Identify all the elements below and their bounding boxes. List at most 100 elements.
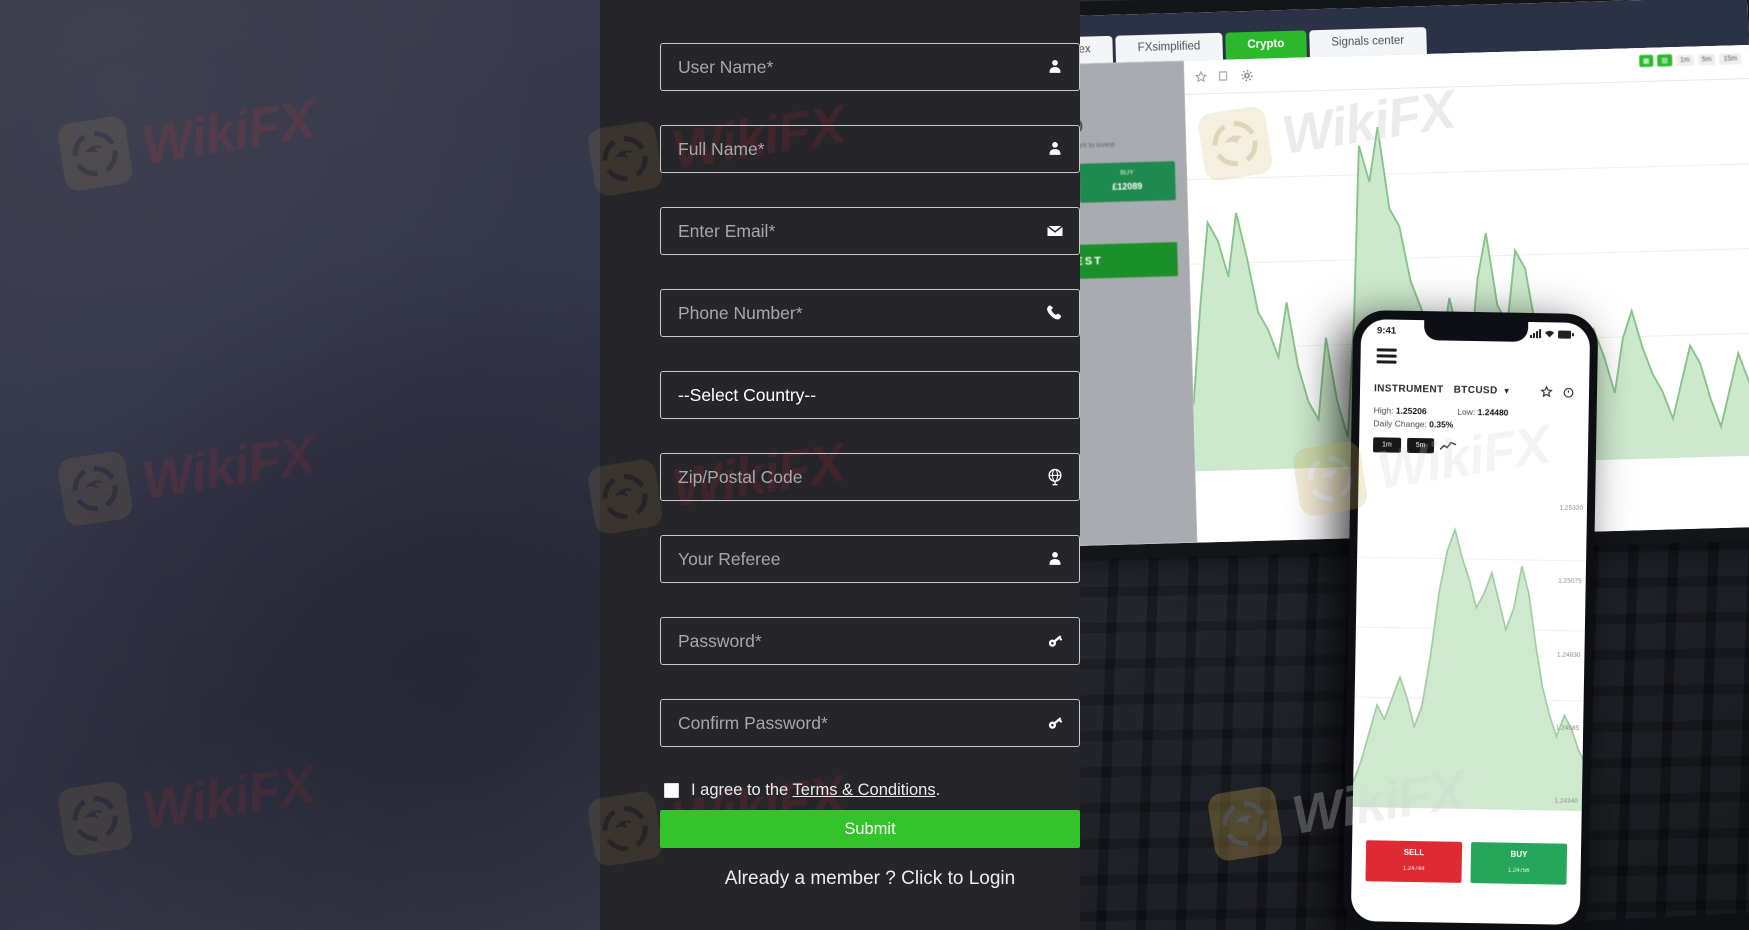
watermark-text: WikiFX [137,424,319,511]
y-label: 1.25320 [1559,504,1584,512]
field-country[interactable]: --Select Country-- [660,371,1080,419]
field-user-name[interactable] [660,43,1080,91]
phone-sell-label: SELL [1403,847,1425,858]
invest-button[interactable]: INVEST [1080,242,1179,282]
login-link[interactable]: Already a member ? Click to Login [660,868,1080,890]
y-label: 1.24830 [1556,651,1581,659]
phone-mockup: 9:41 INSTRUMENT BTCUSD ▼ High: 1.25206 L… [1342,309,1599,930]
field-confirm-password[interactable] [660,699,1080,747]
phone-number-input[interactable] [661,290,1079,336]
user-name-input[interactable] [661,44,1079,90]
gear-icon[interactable] [1240,69,1253,82]
terms-suffix: . [935,781,941,799]
terms-checkbox[interactable] [664,783,679,798]
low-value: 1.24480 [1477,407,1509,418]
low-label: Low: [1457,406,1476,418]
wikifx-logo-icon [56,114,135,193]
menu-icon[interactable] [1376,348,1397,364]
high-low-row: High: 1.25206 Low: 1.24480 [1360,395,1589,419]
watermark-text: WikiFX [137,754,319,841]
instrument-symbol[interactable]: BTCUSD [1454,385,1498,397]
tab-signals-center[interactable]: Signals center [1308,27,1427,58]
cellular-icon [1529,329,1542,339]
watermark-text: WikiFX [137,89,319,176]
chip-1m[interactable]: 1m [1675,54,1694,66]
chip-5m[interactable]: 5m [1697,53,1716,65]
change-label: Daily Change: [1373,418,1427,430]
watermark: WikiFX [56,85,319,193]
battery-icon [1557,330,1575,339]
chart-timeframe-chips: ▦ ▥ 1m 5m 15m [1638,52,1742,68]
chip-15m[interactable]: 15m [1719,52,1742,65]
phone-sell-button[interactable]: SELL 1.24744 [1365,840,1463,883]
order-buy-button[interactable]: BUY £12089 [1080,161,1176,203]
phone-time: 9:41 [1376,325,1397,337]
tab-fxsimplified[interactable]: FXsimplified [1115,32,1223,63]
phone-timeframe-row: 1m 5m [1359,428,1588,456]
high-label: High: [1373,405,1394,416]
password-input[interactable] [661,618,1079,664]
wikifx-logo-icon [56,449,135,528]
high-value: 1.25206 [1395,405,1427,417]
chip-candles-icon[interactable]: ▦ [1638,54,1654,68]
instrument-actions [1540,385,1575,399]
field-phone-number[interactable] [660,289,1080,337]
phone-action-buttons: SELL 1.24744 BUY 1.24756 [1351,840,1581,885]
terms-agreement-row: I agree to the Terms & Conditions. [664,781,1080,800]
field-email[interactable] [660,207,1080,255]
field-full-name[interactable] [660,125,1080,173]
left-decorative-panel: WikiFX WikiFX WikiFX [0,0,600,930]
wifi-icon [1545,330,1555,338]
line-chart-icon[interactable] [1440,441,1457,451]
star-icon[interactable] [1540,385,1553,398]
order-symbol: BTCUSD [1080,71,1173,92]
chip-bars-icon[interactable]: ▥ [1657,54,1673,67]
phone-buy-label: BUY [1510,849,1528,860]
field-referee[interactable] [660,535,1080,583]
submit-button[interactable]: Submit [660,810,1080,848]
signup-form: --Select Country-- I agree to the Terms … [660,0,1080,930]
terms-conditions-link[interactable]: Terms & Conditions [793,781,936,799]
referee-input[interactable] [661,536,1079,582]
tab-crypto[interactable]: Crypto [1224,30,1307,60]
order-note: minimum amount to invest [1080,141,1115,151]
clock-icon[interactable] [1562,386,1575,399]
phone-chip-5m[interactable]: 5m [1406,437,1435,454]
y-label: 1.25075 [1558,577,1582,586]
terms-prefix: I agree to the [691,781,793,799]
signup-page: WikiFX WikiFX WikiFX WikiFX WikiFX WikiF… [0,0,1749,930]
order-panel: BTCUSD 0 Trade 10 minimum amount to inve… [1080,60,1198,549]
phone-status-icons [1529,328,1575,340]
order-buttons: SELL £11648 BUY £12089 [1080,161,1176,206]
full-name-input[interactable] [661,126,1079,172]
confirm-password-input[interactable] [661,700,1079,746]
chevron-down-icon[interactable]: ▼ [1503,387,1511,396]
instrument-row: INSTRUMENT BTCUSD ▼ [1360,366,1589,399]
copy-icon[interactable] [1217,70,1230,83]
instrument-label: INSTRUMENT [1373,383,1444,396]
y-label: 1.24340 [1554,797,1578,805]
email-input[interactable] [661,208,1079,254]
phone-buy-sub: 1.24756 [1507,867,1530,875]
watermark: WikiFX [56,750,319,858]
phone-buy-button[interactable]: BUY 1.24756 [1470,842,1568,885]
watermark: WikiFX [56,420,319,528]
phone-chip-1m[interactable]: 1m [1372,437,1401,453]
trading-platform-photo: CFD Forex FXsimplified Crypto Signals ce… [1080,0,1749,930]
change-value: 0.35% [1429,419,1454,430]
order-buy-value: £12089 [1112,181,1143,192]
y-label: 1.24585 [1555,724,1580,732]
tab-forex[interactable]: Forex [1080,35,1114,65]
country-select[interactable]: --Select Country-- [661,372,1079,418]
order-buy-label: BUY [1120,169,1134,177]
zip-postal-code-input[interactable] [661,454,1079,500]
phone-screen: 9:41 INSTRUMENT BTCUSD ▼ High: 1.25206 L… [1350,319,1591,925]
terms-text: I agree to the Terms & Conditions. [691,781,940,800]
order-quantity[interactable]: 10 [1080,114,1174,140]
phone-sell-sub: 1.24744 [1402,865,1425,873]
field-password[interactable] [660,617,1080,665]
field-zip-postal-code[interactable] [660,453,1080,501]
star-icon[interactable] [1194,70,1208,83]
phone-notch [1423,320,1528,342]
wikifx-logo-icon [56,779,135,858]
